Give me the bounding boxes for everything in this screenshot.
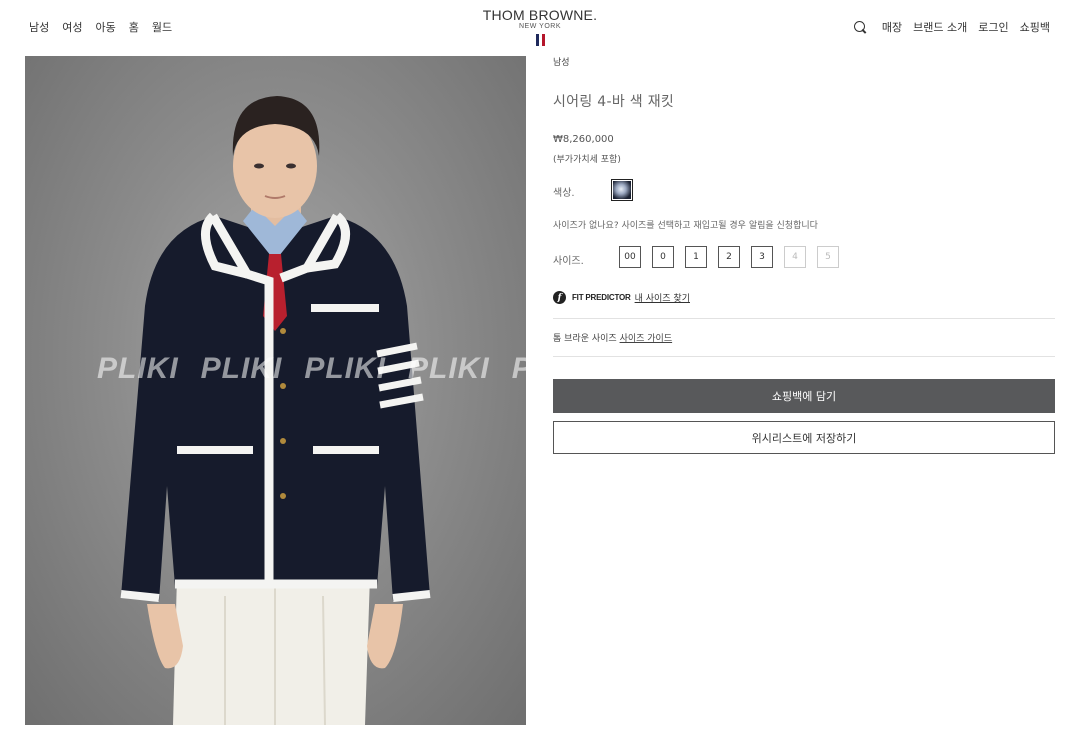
product-image[interactable]: PLIKIPLIKIPLIKIPLIKIPL bbox=[25, 56, 526, 725]
divider bbox=[553, 318, 1055, 319]
nav-about-brand[interactable]: 브랜드 소개 bbox=[913, 19, 967, 35]
fit-predictor-icon: f bbox=[553, 291, 566, 304]
size-label: 사이즈. bbox=[553, 256, 584, 267]
product-title: 시어링 4-바 색 재킷 bbox=[553, 94, 675, 110]
size-guide-link[interactable]: 사이즈 가이드 bbox=[620, 334, 673, 344]
size-option[interactable]: 00 bbox=[619, 246, 641, 268]
nav-stores[interactable]: 매장 bbox=[882, 19, 902, 35]
divider bbox=[553, 356, 1055, 357]
nav-shopping-bag[interactable]: 쇼핑백 bbox=[1020, 19, 1050, 35]
model-illustration bbox=[120, 96, 431, 725]
vat-note: (부가가치세 포함) bbox=[553, 155, 621, 165]
size-option[interactable]: 4 bbox=[784, 246, 806, 268]
add-to-wishlist-button[interactable]: 위시리스트에 저장하기 bbox=[553, 421, 1055, 454]
tricolor-flag-icon bbox=[0, 34, 1080, 46]
utility-nav: 매장 브랜드 소개 로그인 쇼핑백 bbox=[853, 19, 1050, 35]
size-option[interactable]: 0 bbox=[652, 246, 674, 268]
fit-predictor: f FIT PREDICTOR 내 사이즈 찾기 bbox=[553, 291, 690, 304]
size-option[interactable]: 1 bbox=[685, 246, 707, 268]
image-watermark: PLIKIPLIKIPLIKIPLIKIPL bbox=[97, 352, 526, 385]
size-option[interactable]: 5 bbox=[817, 246, 839, 268]
add-to-bag-button[interactable]: 쇼핑백에 담기 bbox=[553, 379, 1055, 413]
size-guide-prefix: 톰 브라운 사이즈 bbox=[553, 334, 617, 344]
color-label: 색상. bbox=[553, 188, 575, 199]
fit-predictor-brand: FIT PREDICTOR bbox=[572, 293, 631, 302]
size-selector: 00 0 1 2 3 4 5 bbox=[619, 246, 839, 268]
color-swatch-navy[interactable] bbox=[611, 179, 633, 201]
size-option[interactable]: 3 bbox=[751, 246, 773, 268]
search-icon[interactable] bbox=[853, 20, 867, 34]
breadcrumb[interactable]: 남성 bbox=[553, 55, 570, 68]
product-price: ₩8,260,000 bbox=[553, 134, 614, 145]
site-header: 남성 여성 아동 홈 월드 THOM BROWNE. NEW YORK 매장 브… bbox=[0, 0, 1080, 52]
size-option[interactable]: 2 bbox=[718, 246, 740, 268]
nav-login[interactable]: 로그인 bbox=[978, 19, 1008, 35]
find-my-size-link[interactable]: 내 사이즈 찾기 bbox=[635, 291, 690, 304]
restock-note: 사이즈가 없나요? 사이즈를 선택하고 재입고될 경우 알림을 신청합니다 bbox=[553, 221, 818, 231]
size-guide: 톰 브라운 사이즈 사이즈 가이드 bbox=[553, 331, 672, 344]
